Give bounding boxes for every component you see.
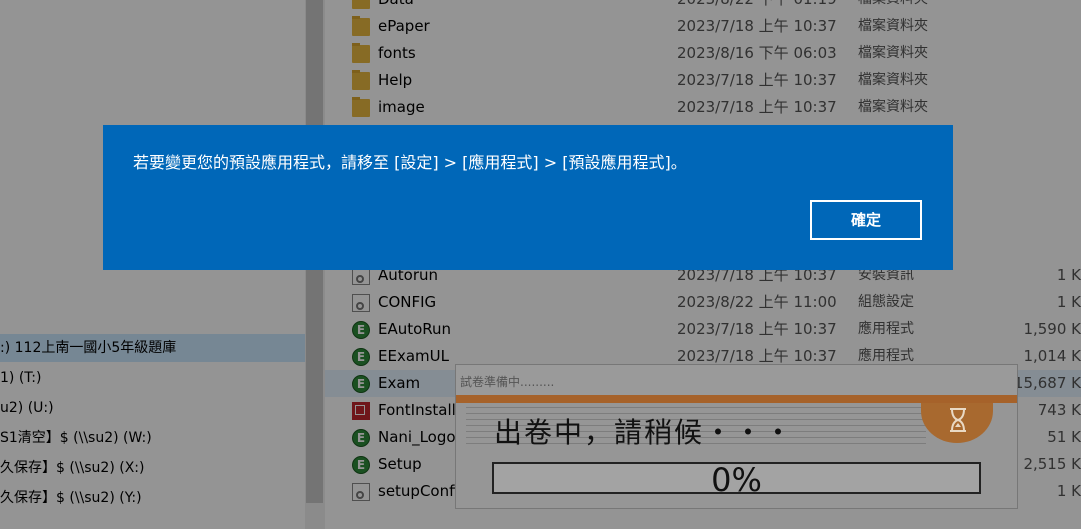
paper-line	[466, 407, 926, 408]
progress-percent: 0%	[711, 461, 762, 499]
ok-button[interactable]: 確定	[810, 200, 922, 240]
progress-heading: 出卷中，請稍候・・・	[494, 416, 795, 449]
hourglass-badge	[921, 403, 993, 443]
progress-bar: 0%	[492, 461, 981, 499]
exam-preparing-window: 試卷準備中......... 出卷中，請稍候・・・ 0%	[455, 364, 1018, 509]
hourglass-icon	[950, 408, 966, 432]
window-titlebar[interactable]: 試卷準備中.........	[456, 365, 1017, 395]
window-title: 試卷準備中.........	[460, 375, 555, 389]
accent-stripe	[456, 395, 1017, 403]
default-apps-notification: 若要變更您的預設應用程式，請移至 [設定] > [應用程式] > [預設應用程式…	[103, 125, 953, 270]
notification-message: 若要變更您的預設應用程式，請移至 [設定] > [應用程式] > [預設應用程式…	[133, 153, 687, 172]
progress-content: 出卷中，請稍候・・・ 0%	[456, 403, 1017, 508]
